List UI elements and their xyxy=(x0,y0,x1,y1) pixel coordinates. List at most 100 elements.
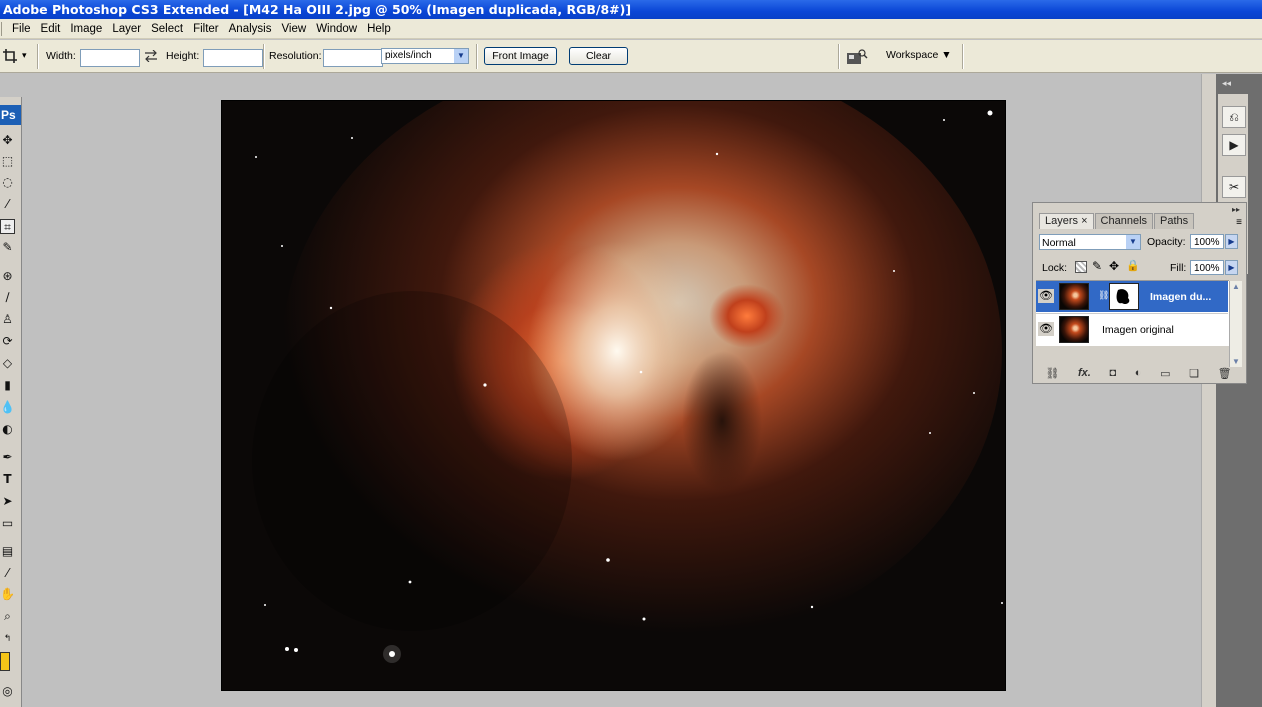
width-label: Width: xyxy=(46,50,76,62)
visibility-eye-icon[interactable]: 👁 xyxy=(1038,322,1054,336)
menu-window[interactable]: Window xyxy=(311,19,362,39)
scroll-up-icon[interactable]: ▲ xyxy=(1232,282,1240,291)
clone-stamp-icon[interactable]: ♙ xyxy=(0,312,15,327)
collapse-panel-icon[interactable]: ▸▸ xyxy=(1232,205,1240,214)
lock-pixels-icon[interactable]: ✎ xyxy=(1092,259,1102,273)
resolution-unit-select[interactable]: pixels/inch ▼ xyxy=(381,48,469,64)
resolution-unit-value: pixels/inch xyxy=(385,50,432,61)
eraser-tool-icon[interactable]: ◇ xyxy=(0,356,15,371)
menu-select[interactable]: Select xyxy=(146,19,188,39)
document-canvas[interactable] xyxy=(221,100,1006,691)
lock-position-icon[interactable]: ✥ xyxy=(1109,259,1119,273)
height-input[interactable] xyxy=(203,49,263,67)
slice-tool-icon[interactable]: ✎ xyxy=(0,240,15,255)
front-image-button[interactable]: Front Image xyxy=(484,47,557,65)
mask-icon[interactable]: ◘ xyxy=(1109,367,1116,379)
menu-analysis[interactable]: Analysis xyxy=(224,19,277,39)
crop-tool-icon[interactable] xyxy=(2,48,18,64)
width-input[interactable] xyxy=(80,49,140,67)
fill-label: Fill: xyxy=(1170,262,1187,274)
menu-image[interactable]: Image xyxy=(65,19,107,39)
hand-tool-icon[interactable]: ✋ xyxy=(0,587,15,602)
pen-tool-icon[interactable]: ✒ xyxy=(0,450,15,465)
fx-icon[interactable]: fx. xyxy=(1078,367,1091,379)
layer-thumbnail xyxy=(1059,316,1089,343)
swap-colors-icon[interactable]: ↰ xyxy=(0,632,15,647)
bridge-icon[interactable] xyxy=(846,48,868,66)
layer-thumbnail xyxy=(1059,283,1089,310)
magic-wand-tool-icon[interactable]: ⁄ xyxy=(0,197,15,212)
menu-filter[interactable]: Filter xyxy=(188,19,224,39)
notes-tool-icon[interactable]: ▤ xyxy=(0,544,15,559)
brush-tool-icon[interactable]: ∕ xyxy=(0,290,15,305)
clear-button[interactable]: Clear xyxy=(569,47,628,65)
move-tool-icon[interactable]: ✥ xyxy=(0,133,15,148)
layer-row-selected[interactable]: 👁 ⛓ Imagen du... xyxy=(1036,281,1228,312)
menu-file[interactable]: File xyxy=(7,19,36,39)
swap-arrows-icon[interactable] xyxy=(144,50,158,62)
layers-scrollbar[interactable]: ▲ ▼ xyxy=(1229,281,1242,367)
opacity-input[interactable]: 100% xyxy=(1190,234,1224,249)
tool-preset-chevron-icon[interactable]: ▾ xyxy=(22,50,27,61)
visibility-eye-icon[interactable]: 👁 xyxy=(1038,289,1054,303)
menu-edit[interactable]: Edit xyxy=(36,19,66,39)
shape-tool-icon[interactable]: ▭ xyxy=(0,516,15,531)
foreground-color-swatch[interactable] xyxy=(0,652,10,671)
link-icon[interactable]: ⛓ xyxy=(1045,367,1059,380)
link-chain-icon[interactable]: ⛓ xyxy=(1098,290,1109,301)
options-separator xyxy=(962,44,964,69)
menu-bar: File Edit Image Layer Select Filter Anal… xyxy=(0,19,1262,39)
new-layer-icon[interactable]: ❏ xyxy=(1189,367,1199,380)
path-select-icon[interactable]: ➤ xyxy=(0,494,15,509)
chevron-down-icon[interactable]: ▼ xyxy=(1126,235,1140,249)
zoom-tool-icon[interactable]: ⌕ xyxy=(0,609,15,624)
nebula-image xyxy=(222,101,1005,690)
menu-view[interactable]: View xyxy=(276,19,311,39)
trash-icon[interactable]: 🗑 xyxy=(1218,367,1232,380)
quick-mask-icon[interactable]: ◎ xyxy=(0,684,15,699)
options-separator xyxy=(838,44,840,69)
healing-brush-icon[interactable]: ⊛ xyxy=(0,269,15,284)
layer-mask-thumbnail[interactable] xyxy=(1109,283,1139,310)
workspace-menu[interactable]: Workspace ▼ xyxy=(886,49,952,61)
collapse-dock-icon[interactable]: ◂◂ xyxy=(1222,78,1231,89)
adjustment-icon[interactable]: ◐ xyxy=(1135,367,1142,379)
gradient-tool-icon[interactable]: ▮ xyxy=(0,378,15,393)
crop-tool-icon[interactable]: ⌗ xyxy=(0,219,15,234)
fill-input[interactable]: 100% xyxy=(1190,260,1224,275)
history-panel-icon[interactable]: ⎌ xyxy=(1222,106,1246,128)
history-brush-icon[interactable]: ⟳ xyxy=(0,334,15,349)
lock-label: Lock: xyxy=(1042,262,1068,274)
eyedropper-tool-icon[interactable]: ⁄ xyxy=(0,566,15,581)
menu-layer[interactable]: Layer xyxy=(107,19,146,39)
tab-layers[interactable]: Layers × xyxy=(1039,213,1094,229)
tool-presets-icon[interactable]: ✂ xyxy=(1222,176,1246,198)
lock-transparency-icon[interactable] xyxy=(1075,261,1087,273)
actions-panel-icon[interactable]: ▶ xyxy=(1222,134,1246,156)
panel-menu-icon[interactable]: ≡ xyxy=(1236,217,1242,228)
type-tool-icon[interactable]: T xyxy=(0,472,15,487)
opacity-slider-arrow-icon[interactable]: ▶ xyxy=(1225,234,1238,249)
tab-paths[interactable]: Paths xyxy=(1154,213,1195,229)
blend-mode-select[interactable]: Normal ▼ xyxy=(1039,234,1141,250)
lock-all-icon[interactable]: 🔒 xyxy=(1126,259,1140,272)
layer-row[interactable]: 👁 Imagen original xyxy=(1036,313,1228,345)
marquee-tool-icon[interactable]: ⬚ xyxy=(0,154,15,169)
menu-help[interactable]: Help xyxy=(362,19,396,39)
chevron-down-icon[interactable]: ▼ xyxy=(454,49,468,63)
blur-tool-icon[interactable]: 💧 xyxy=(0,400,15,415)
layer-name[interactable]: Imagen original xyxy=(1102,323,1174,337)
blend-mode-value: Normal xyxy=(1042,237,1076,249)
fill-slider-arrow-icon[interactable]: ▶ xyxy=(1225,260,1238,275)
tab-channels[interactable]: Channels xyxy=(1094,213,1154,229)
folder-icon[interactable]: ▭ xyxy=(1160,367,1170,380)
close-icon[interactable]: × xyxy=(1081,215,1087,227)
layer-name[interactable]: Imagen du... xyxy=(1150,290,1211,304)
lasso-tool-icon[interactable]: ◌ xyxy=(0,175,15,190)
mask-shape xyxy=(1116,289,1130,305)
opacity-label: Opacity: xyxy=(1147,236,1186,248)
tools-palette: Ps ✥ ⬚ ◌ ⁄ ⌗ ✎ ⊛ ∕ ♙ ⟳ ◇ ▮ 💧 ◐ ✒ T ➤ ▭ ▤… xyxy=(0,97,22,707)
resolution-input[interactable] xyxy=(323,49,383,67)
ps-logo: Ps xyxy=(0,105,21,125)
dodge-tool-icon[interactable]: ◐ xyxy=(0,422,15,437)
